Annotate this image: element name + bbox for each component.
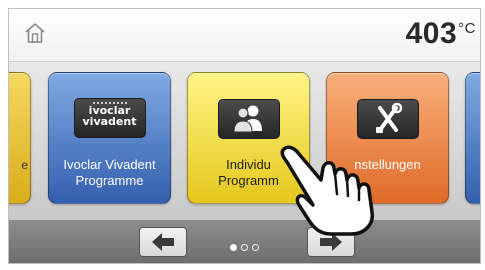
tile-ivoclar-label-line-1: Ivoclar Vivadent	[63, 157, 156, 172]
temperature-display: 403°C	[406, 17, 476, 51]
header-bar: 403°C	[9, 9, 480, 62]
tile-ivoclar-label: Ivoclar Vivadent Programme	[49, 157, 170, 189]
pointing-hand-icon	[280, 145, 374, 236]
program-tiles: e ivoclar vivadent Ivoclar Vivadent Prog…	[9, 62, 480, 220]
logo-line-2: vivadent	[82, 115, 137, 128]
page-indicator	[230, 238, 263, 251]
page-dot-3	[252, 244, 259, 251]
tile-next-partial[interactable]	[465, 72, 480, 204]
temperature-value: 403	[405, 17, 458, 50]
navigation-bar	[9, 220, 480, 263]
page-dot-1	[230, 244, 237, 251]
logo-text: ivoclar vivadent	[75, 105, 145, 127]
arrow-left-icon	[152, 233, 174, 251]
furnace-screen: 403°C e ivoclar vivadent Ivoclar Vivaden…	[8, 8, 481, 264]
ivoclar-vivadent-logo-icon: ivoclar vivadent	[73, 98, 146, 138]
page-dot-2	[241, 244, 248, 251]
users-icon	[217, 99, 280, 139]
tools-icon	[356, 99, 419, 139]
tile-ivoclar-vivadent-programme[interactable]: ivoclar vivadent Ivoclar Vivadent Progra…	[48, 72, 171, 204]
previous-page-button[interactable]	[139, 227, 187, 257]
tile-ivoclar-label-line-2: Programme	[75, 173, 144, 188]
temperature-unit: °C	[458, 20, 476, 37]
tile-previous-partial[interactable]: e	[9, 72, 31, 204]
tile-previous-label: e	[21, 158, 28, 172]
home-icon[interactable]	[23, 21, 47, 45]
